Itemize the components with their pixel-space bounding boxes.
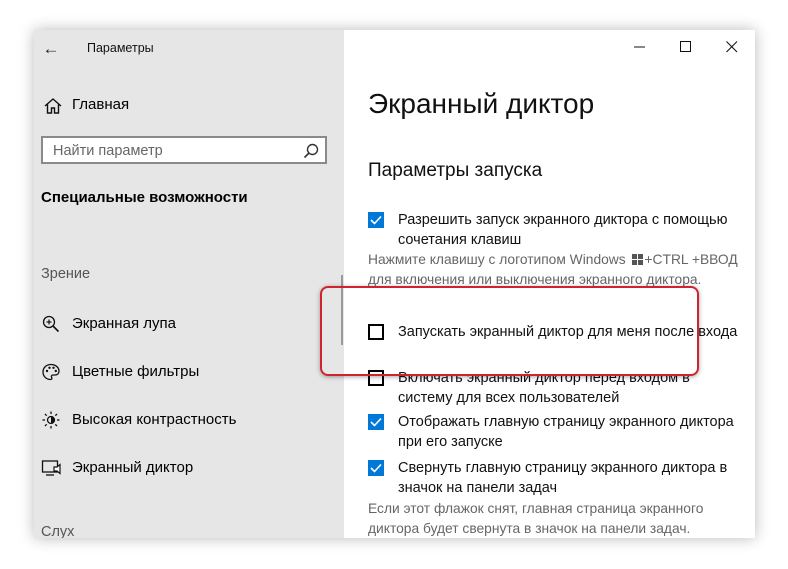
section-title: Специальные возможности — [41, 189, 248, 206]
minimize-description: Если этот флажок снят, главная страница … — [368, 501, 704, 536]
checkbox-checked[interactable] — [368, 414, 384, 430]
sidebar-item-label: Высокая контрастность — [72, 411, 237, 428]
magnifier-icon — [42, 315, 60, 333]
close-button[interactable] — [709, 30, 755, 64]
minimize-icon — [634, 46, 645, 48]
checkbox-label: Разрешить запуск экранного диктора с пом… — [398, 212, 728, 248]
group-label-vision: Зрение — [41, 266, 91, 282]
sidebar-item-label: Цветные фильтры — [72, 363, 200, 380]
checkbox-label: Отображать главную страницу экранного ди… — [398, 414, 734, 450]
main-content: Экранный диктор Параметры запуска Разреш… — [344, 30, 755, 538]
app-title: Параметры — [87, 41, 154, 55]
narrator-icon — [41, 460, 61, 476]
sidebar-item-label: Экранная лупа — [72, 315, 176, 332]
home-link[interactable]: Главная — [72, 96, 129, 113]
checkbox-checked[interactable] — [368, 460, 384, 476]
maximize-button[interactable] — [663, 30, 709, 64]
sidebar-item-color-filters[interactable]: Цветные фильтры — [34, 352, 344, 392]
settings-window: ← Параметры Главная Найти параметр Специ… — [34, 30, 755, 538]
home-icon — [44, 98, 62, 114]
sidebar-item-high-contrast[interactable]: Высокая контрастность — [34, 400, 344, 440]
sidebar: ← Параметры Главная Найти параметр Специ… — [34, 30, 344, 538]
checkmark-icon — [370, 463, 382, 473]
checkbox-checked[interactable] — [368, 212, 384, 228]
windows-logo-icon — [631, 254, 643, 265]
shortcut-description: Нажмите клавишу с логотипом Windows +CTR… — [368, 250, 753, 289]
checkmark-icon — [370, 417, 382, 427]
search-icon[interactable] — [302, 142, 320, 160]
contrast-icon — [42, 411, 60, 429]
close-icon — [726, 41, 738, 53]
palette-icon — [42, 363, 60, 381]
search-placeholder: Найти параметр — [53, 143, 163, 159]
sidebar-item-label: Экранный диктор — [72, 459, 194, 476]
page-title: Экранный диктор — [368, 88, 595, 119]
sidebar-item-magnifier[interactable]: Экранная лупа — [34, 304, 344, 344]
highlight-frame — [320, 286, 699, 376]
checkmark-icon — [370, 215, 382, 225]
minimize-button[interactable] — [617, 30, 663, 64]
section-subtitle: Параметры запуска — [368, 160, 543, 181]
group-label-hearing: Слух — [41, 524, 75, 538]
back-arrow-icon[interactable]: ← — [40, 38, 62, 60]
checkbox-label: Свернуть главную страницу экранного дикт… — [398, 460, 728, 496]
maximize-icon — [680, 41, 691, 52]
sidebar-item-narrator[interactable]: Экранный диктор — [34, 448, 344, 488]
shortcut-desc-start: Нажмите клавишу с логотипом Windows — [368, 252, 626, 267]
search-input[interactable]: Найти параметр — [41, 136, 327, 164]
